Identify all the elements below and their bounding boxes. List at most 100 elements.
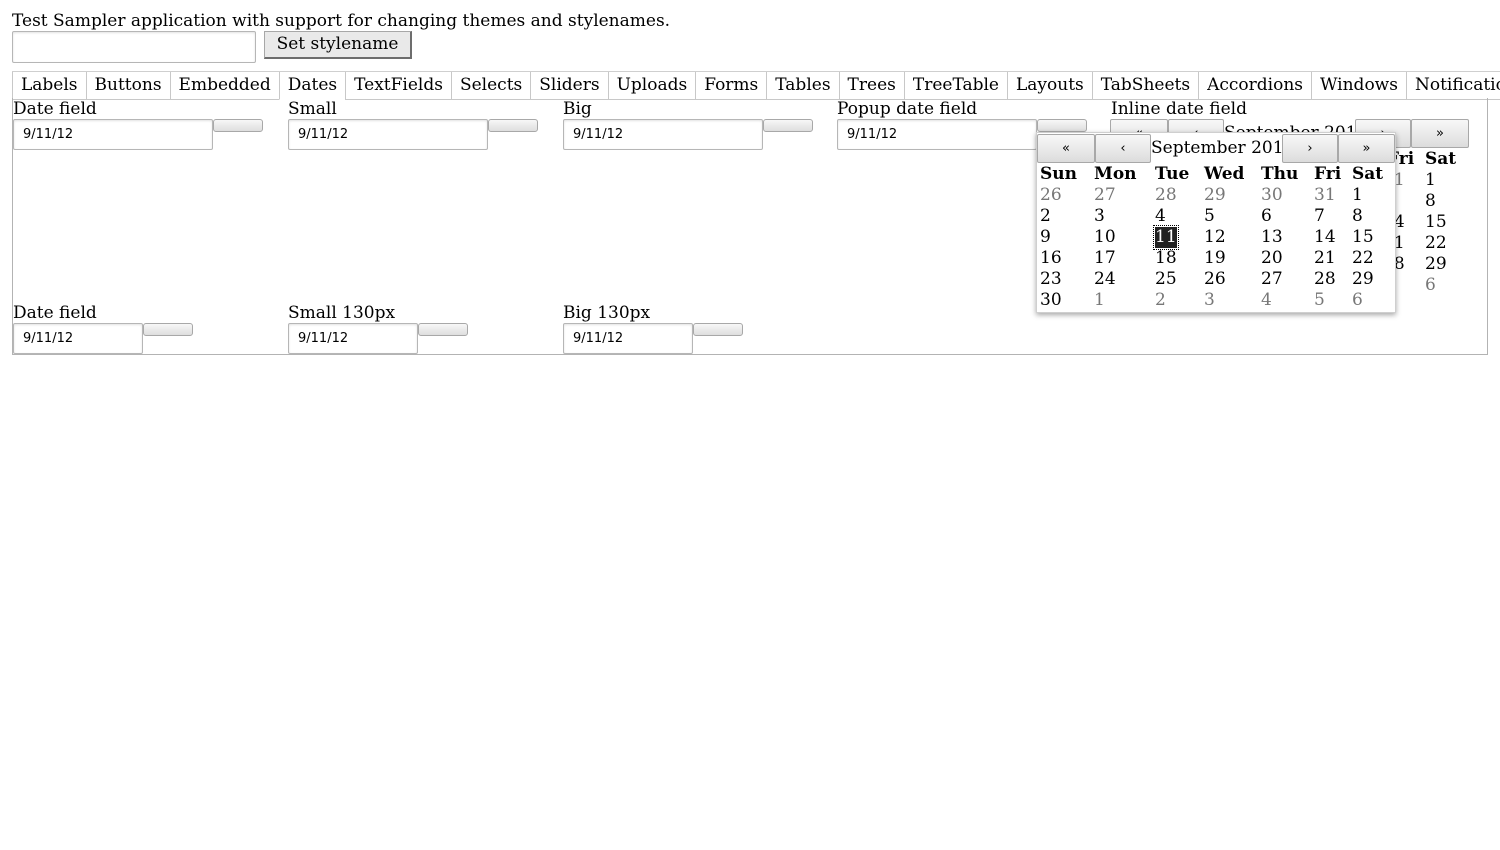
tab-uploads[interactable]: Uploads bbox=[607, 72, 696, 100]
weekday-thu: Thu bbox=[1261, 164, 1299, 184]
calendar-day[interactable]: 18 bbox=[1155, 248, 1177, 269]
big-130-input[interactable]: 9/11/12 bbox=[563, 323, 693, 354]
tab-trees[interactable]: Trees bbox=[838, 72, 904, 100]
inline-calendar-day[interactable]: 29 bbox=[1425, 254, 1447, 275]
calendar-day[interactable]: 4 bbox=[1261, 290, 1272, 311]
calendar-day[interactable]: 20 bbox=[1261, 248, 1283, 269]
date-field-130-caption: Date field bbox=[13, 303, 97, 323]
calendar-day[interactable]: 13 bbox=[1261, 227, 1283, 248]
tab-selects[interactable]: Selects bbox=[450, 72, 531, 100]
small-130-popup-button[interactable] bbox=[418, 323, 468, 336]
tab-accordions[interactable]: Accordions bbox=[1198, 72, 1311, 100]
weekday-wed: Wed bbox=[1204, 164, 1245, 184]
next-year-button[interactable]: » bbox=[1338, 134, 1395, 163]
tab-tables[interactable]: Tables bbox=[766, 72, 839, 100]
set-stylename-button[interactable]: Set stylename bbox=[264, 31, 412, 59]
date-field-caption: Date field bbox=[13, 99, 97, 119]
weekday-fri: Fri bbox=[1314, 164, 1342, 184]
calendar-day[interactable]: 6 bbox=[1261, 206, 1272, 227]
calendar-day[interactable]: 5 bbox=[1314, 290, 1325, 311]
calendar-day[interactable]: 1 bbox=[1094, 290, 1105, 311]
calendar-day[interactable]: 17 bbox=[1094, 248, 1116, 269]
small-130-caption: Small 130px bbox=[288, 303, 396, 323]
calendar-day[interactable]: 6 bbox=[1352, 290, 1363, 311]
calendar-day[interactable]: 30 bbox=[1261, 185, 1283, 206]
weekday-tue: Tue bbox=[1155, 164, 1190, 184]
date-field-130-popup-button[interactable] bbox=[143, 323, 193, 336]
small-date-popup-button[interactable] bbox=[488, 119, 538, 132]
prev-month-button[interactable]: ‹ bbox=[1095, 134, 1151, 163]
weekday-sat: Sat bbox=[1352, 164, 1384, 184]
calendar-day[interactable]: 30 bbox=[1040, 290, 1062, 311]
calendar-day[interactable]: 28 bbox=[1155, 185, 1177, 206]
calendar-day[interactable]: 26 bbox=[1040, 185, 1062, 206]
app-description: Test Sampler application with support fo… bbox=[12, 11, 671, 31]
calendar-day[interactable]: 3 bbox=[1094, 206, 1105, 227]
big-date-popup-button[interactable] bbox=[763, 119, 813, 132]
tab-labels[interactable]: Labels bbox=[12, 72, 86, 100]
tab-notifications[interactable]: Notifications bbox=[1405, 72, 1500, 100]
calendar-day[interactable]: 4 bbox=[1155, 206, 1166, 227]
tab-textfields[interactable]: TextFields bbox=[345, 72, 451, 100]
weekday-mon: Mon bbox=[1094, 164, 1137, 184]
calendar-day[interactable]: 24 bbox=[1094, 269, 1116, 290]
calendar-day[interactable]: 2 bbox=[1155, 290, 1166, 311]
calendar-day[interactable]: 27 bbox=[1094, 185, 1116, 206]
date-field-input[interactable]: 9/11/12 bbox=[13, 119, 213, 150]
tab-buttons[interactable]: Buttons bbox=[85, 72, 170, 100]
calendar-day[interactable]: 28 bbox=[1314, 269, 1336, 290]
calendar-day[interactable]: 11 bbox=[1153, 225, 1179, 250]
calendar-day[interactable]: 27 bbox=[1261, 269, 1283, 290]
calendar-day[interactable]: 23 bbox=[1040, 269, 1062, 290]
inline-calendar-day[interactable]: 1 bbox=[1425, 170, 1436, 191]
calendar-day[interactable]: 29 bbox=[1352, 269, 1374, 290]
tab-sliders[interactable]: Sliders bbox=[530, 72, 608, 100]
prev-year-button[interactable]: « bbox=[1037, 134, 1095, 163]
popup-date-popup-button[interactable] bbox=[1037, 119, 1087, 132]
big-130-caption: Big 130px bbox=[563, 303, 651, 323]
calendar-day[interactable]: 1 bbox=[1352, 185, 1363, 206]
inline-calendar-day[interactable]: 22 bbox=[1425, 233, 1447, 254]
calendar-day[interactable]: 2 bbox=[1040, 206, 1051, 227]
tab-layouts[interactable]: Layouts bbox=[1006, 72, 1092, 100]
calendar-day[interactable]: 3 bbox=[1204, 290, 1215, 311]
popup-date-input[interactable]: 9/11/12 bbox=[837, 119, 1037, 150]
stylename-input[interactable] bbox=[12, 31, 256, 63]
date-field-popup-button[interactable] bbox=[213, 119, 263, 132]
calendar-day[interactable]: 22 bbox=[1352, 248, 1374, 269]
tab-embedded[interactable]: Embedded bbox=[169, 72, 279, 100]
inline-calendar-day[interactable]: 6 bbox=[1425, 275, 1436, 296]
inline-calendar-day[interactable]: 8 bbox=[1425, 191, 1436, 212]
calendar-day[interactable]: 7 bbox=[1314, 206, 1325, 227]
tab-treetable[interactable]: TreeTable bbox=[903, 72, 1007, 100]
calendar-day[interactable]: 31 bbox=[1314, 185, 1336, 206]
small-date-input[interactable]: 9/11/12 bbox=[288, 119, 488, 150]
date-field-130-input[interactable]: 9/11/12 bbox=[13, 323, 143, 354]
tab-forms[interactable]: Forms bbox=[695, 72, 767, 100]
calendar-day[interactable]: 29 bbox=[1204, 185, 1226, 206]
inline-calendar-day[interactable]: 15 bbox=[1425, 212, 1447, 233]
calendar-day[interactable]: 15 bbox=[1352, 227, 1374, 248]
tab-dates[interactable]: Dates bbox=[278, 72, 346, 100]
tab-tabsheets[interactable]: TabSheets bbox=[1091, 72, 1199, 100]
calendar-day[interactable]: 12 bbox=[1204, 227, 1226, 248]
tab-windows[interactable]: Windows bbox=[1311, 72, 1406, 100]
calendar-day[interactable]: 19 bbox=[1204, 248, 1226, 269]
calendar-day[interactable]: 5 bbox=[1204, 206, 1215, 227]
small-130-input[interactable]: 9/11/12 bbox=[288, 323, 418, 354]
inline-next-year-button[interactable]: » bbox=[1411, 119, 1469, 148]
inline-weekday-sat: Sat bbox=[1425, 149, 1457, 169]
big-130-popup-button[interactable] bbox=[693, 323, 743, 336]
calendar-day[interactable]: 8 bbox=[1352, 206, 1363, 227]
calendar-day[interactable]: 25 bbox=[1155, 269, 1177, 290]
big-date-input[interactable]: 9/11/12 bbox=[563, 119, 763, 150]
calendar-day[interactable]: 16 bbox=[1040, 248, 1062, 269]
calendar-day[interactable]: 21 bbox=[1314, 248, 1336, 269]
calendar-day[interactable]: 10 bbox=[1094, 227, 1116, 248]
weekday-sun: Sun bbox=[1040, 164, 1077, 184]
calendar-day[interactable]: 26 bbox=[1204, 269, 1226, 290]
calendar-day[interactable]: 9 bbox=[1040, 227, 1051, 248]
calendar-day[interactable]: 14 bbox=[1314, 227, 1336, 248]
next-month-button[interactable]: › bbox=[1282, 134, 1338, 163]
inline-date-caption: Inline date field bbox=[1111, 99, 1247, 119]
